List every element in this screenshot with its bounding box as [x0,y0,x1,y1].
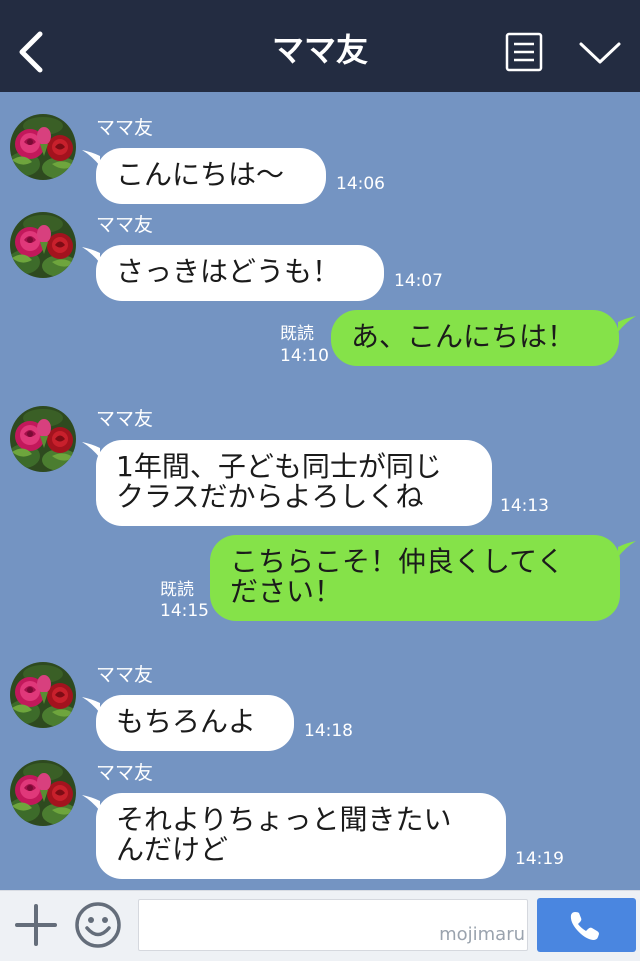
message-bubble[interactable]: こんにちは〜 [96,148,326,204]
menu-button[interactable] [505,32,543,72]
avatar[interactable] [10,406,76,472]
message-bubble[interactable]: こちらこそ！仲良くしてく ださい！ [210,535,620,621]
message-time: 14:07 [394,271,443,291]
avatar[interactable] [10,760,76,826]
rose-avatar-image [10,662,76,728]
watermark: mojimaru [439,924,525,945]
sender-name: ママ友 [96,214,154,236]
chat-header: ママ友 [0,0,640,92]
smiley-icon [75,902,121,948]
bubble-tail [618,316,636,332]
message-time: 14:13 [500,496,549,516]
bubble-tail [618,541,636,557]
sender-name: ママ友 [96,408,154,430]
phone-icon [570,912,599,940]
chat-title: ママ友 [271,31,368,69]
message-bubble[interactable]: あ、こんにちは！ [331,310,619,366]
message-time: 14:15 [160,601,209,621]
message-bubble[interactable]: さっきはどうも！ [96,245,384,301]
rose-avatar-image [10,760,76,826]
avatar[interactable] [10,212,76,278]
message-bubble[interactable]: もちろんよ [96,695,294,751]
rose-avatar-image [10,114,76,180]
list-menu-icon [505,32,543,72]
chevron-down-icon [579,42,621,64]
call-button[interactable] [537,898,636,952]
collapse-button[interactable] [576,38,624,68]
emoji-button[interactable] [74,901,122,949]
read-receipt: 既読 [160,580,194,600]
sender-name: ママ友 [96,762,154,784]
message-time: 14:10 [280,346,329,366]
plus-icon [15,904,57,946]
rose-avatar-image [10,406,76,472]
message-time: 14:06 [336,174,385,194]
sender-name: ママ友 [96,664,154,686]
read-receipt: 既読 [280,324,314,344]
message-time: 14:18 [304,721,353,741]
add-attachment-button[interactable] [14,903,58,947]
rose-avatar-image [10,212,76,278]
sender-name: ママ友 [96,117,154,139]
message-bubble[interactable]: それよりちょっと聞きたい んだけど [96,793,506,879]
avatar[interactable] [10,662,76,728]
avatar[interactable] [10,114,76,180]
message-time: 14:19 [515,849,564,869]
message-bubble[interactable]: 1年間、子ども同士が同じ クラスだからよろしくね [96,440,492,526]
message-input-bar [0,890,640,961]
